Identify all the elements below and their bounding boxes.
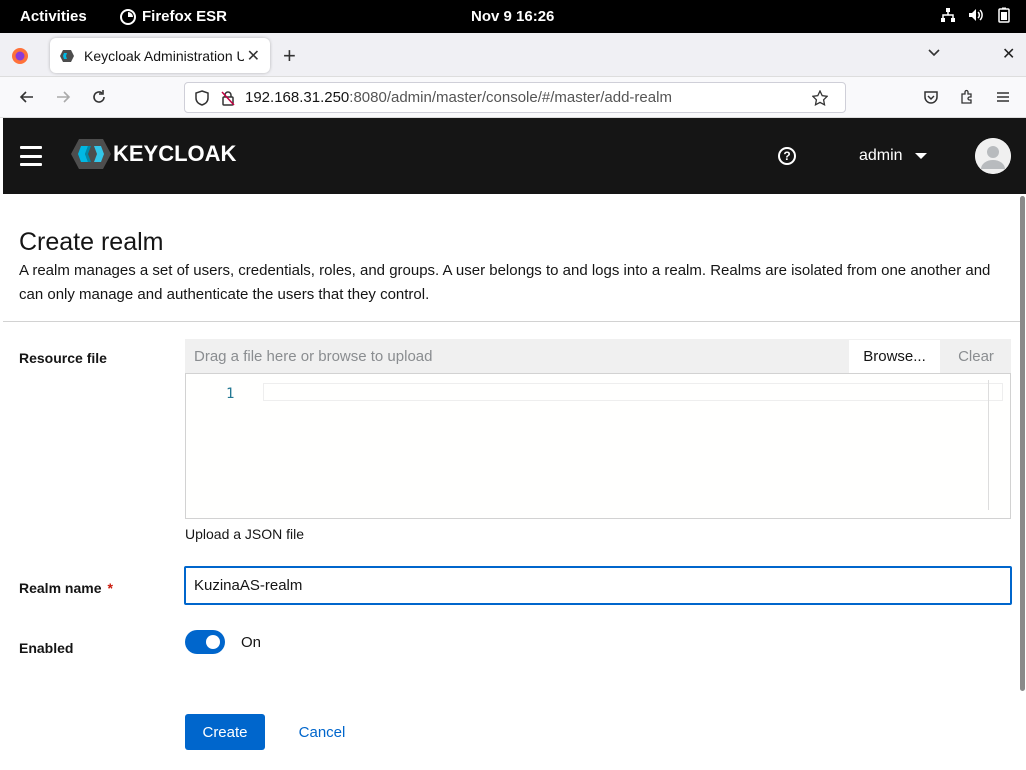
keycloak-favicon [60, 49, 74, 62]
create-button[interactable]: Create [185, 714, 265, 750]
realm-name-label-text: Realm name [19, 580, 102, 596]
realm-name-label: Realm name * [19, 580, 113, 596]
logo-text: KEYCLOAK [113, 141, 237, 166]
editor-scrollbar[interactable] [988, 380, 989, 510]
required-indicator: * [107, 580, 113, 596]
url-host: 192.168.31.250 [245, 89, 350, 106]
extensions-icon[interactable] [956, 86, 978, 108]
tab-close-icon[interactable]: ✕ [247, 46, 260, 66]
network-icon [940, 7, 956, 23]
app-name: Firefox ESR [142, 8, 228, 25]
divider [3, 321, 1023, 322]
helper-text: Upload a JSON file [185, 526, 305, 542]
switch-knob [206, 635, 220, 649]
clock[interactable]: Nov 9 16:26 [471, 8, 554, 25]
menu-icon[interactable] [992, 86, 1014, 108]
page-title: Create realm [19, 228, 164, 256]
file-upload[interactable]: Drag a file here or browse to upload Bro… [185, 339, 1011, 374]
activities-button[interactable]: Activities [20, 8, 87, 25]
browser-nav-bar: 192.168.31.250:8080/admin/master/console… [0, 77, 1026, 118]
realm-name-input[interactable] [184, 566, 1012, 605]
enabled-label: Enabled [19, 640, 74, 656]
list-tabs-icon[interactable] [926, 44, 942, 65]
browse-button[interactable]: Browse... [848, 339, 941, 374]
keycloak-logo[interactable]: KEYCLOAK [71, 138, 236, 170]
firefox-view-icon[interactable] [10, 46, 30, 66]
forward-icon[interactable] [52, 86, 74, 108]
pocket-icon[interactable] [920, 86, 942, 108]
cancel-button[interactable]: Cancel [288, 714, 356, 750]
resource-file-label: Resource file [19, 350, 107, 366]
insecure-lock-icon[interactable] [219, 89, 237, 107]
app-menu[interactable]: Firefox ESR [120, 8, 227, 25]
system-tray[interactable] [940, 7, 1012, 23]
caret-down-icon [914, 153, 927, 159]
page-scrollbar[interactable] [1020, 196, 1025, 691]
firefox-icon [120, 8, 136, 25]
url-bar[interactable]: 192.168.31.250:8080/admin/master/console… [184, 82, 846, 113]
keycloak-masthead: KEYCLOAK ? admin [3, 118, 1026, 194]
page-main: Create realm A realm manages a set of us… [3, 194, 1023, 770]
avatar[interactable] [975, 138, 1011, 174]
keycloak-logo-icon [71, 139, 111, 169]
reload-icon[interactable] [88, 86, 110, 108]
nav-toggle-icon[interactable] [20, 146, 42, 166]
tab-title: Keycloak Administration U [84, 47, 244, 64]
volume-icon [968, 7, 984, 23]
page-description: A realm manages a set of users, credenti… [19, 262, 991, 303]
switch-state-label: On [241, 634, 262, 651]
back-icon[interactable] [16, 86, 38, 108]
user-dropdown[interactable]: admin [859, 147, 927, 165]
battery-icon [996, 7, 1012, 23]
window-close-icon[interactable]: ✕ [1002, 44, 1015, 64]
system-top-bar: Activities Firefox ESR Nov 9 16:26 [0, 0, 1026, 33]
browser-tab-strip: Keycloak Administration U ✕ + ✕ [0, 33, 1026, 77]
line-number: 1 [226, 386, 235, 402]
new-tab-button[interactable]: + [283, 43, 296, 69]
clear-button[interactable]: Clear [941, 339, 1011, 374]
shield-icon[interactable] [193, 89, 211, 107]
url-path: :8080/admin/master/console/#/master/add-… [349, 89, 672, 106]
user-name: admin [859, 147, 903, 164]
current-line [263, 383, 1003, 401]
file-dropzone[interactable]: Drag a file here or browse to upload [185, 339, 848, 374]
enabled-switch[interactable] [185, 630, 225, 654]
tab-keycloak[interactable]: Keycloak Administration U ✕ [50, 38, 270, 73]
star-icon[interactable] [811, 89, 829, 107]
json-editor[interactable]: 1 [185, 373, 1011, 519]
help-icon[interactable]: ? [778, 147, 796, 165]
